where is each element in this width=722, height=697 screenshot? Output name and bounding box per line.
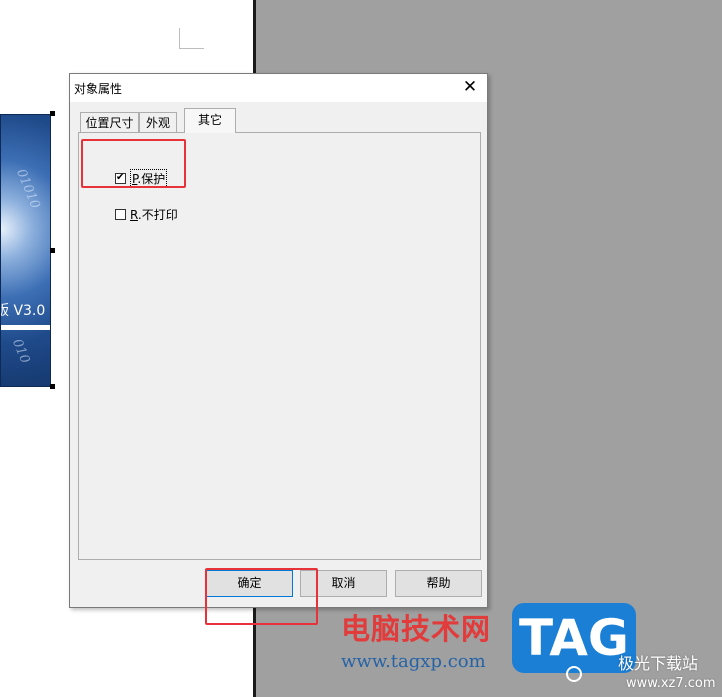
watermark-site2-name: 极光下载站	[618, 654, 699, 673]
annotation-box-protect	[81, 139, 186, 188]
image-white-band	[1, 325, 50, 330]
watermark-badge-icon	[566, 666, 582, 682]
resize-handle-middle-right[interactable]	[50, 248, 55, 253]
watermark-site2-url: www.xz7.com	[626, 676, 716, 691]
dialog-title: 对象属性	[74, 82, 123, 96]
watermark-site-name: 电脑技术网	[341, 612, 492, 646]
tab-other[interactable]: 其它	[184, 108, 236, 133]
margin-corner-mark-h	[179, 48, 204, 49]
no-print-label: R.不打印	[130, 208, 178, 222]
no-print-option[interactable]: R.不打印	[115, 206, 178, 223]
image-version-text: 版 V3.0	[0, 303, 46, 319]
close-icon[interactable]: ✕	[455, 75, 485, 99]
watermark-site-url: www.tagxp.com	[341, 651, 486, 672]
resize-handle-top-right[interactable]	[50, 111, 55, 116]
image-digits-text: 01010	[13, 167, 43, 211]
dialog-titlebar[interactable]: 对象属性 ✕	[70, 74, 487, 102]
selected-image-object[interactable]: 01010 010 版 V3.0	[0, 114, 51, 387]
margin-corner-mark	[179, 28, 180, 48]
tab-position-size[interactable]: 位置尺寸	[80, 112, 139, 132]
resize-handle-bottom-right[interactable]	[50, 384, 55, 389]
image-digits-text-2: 010	[9, 337, 33, 366]
tab-appearance[interactable]: 外观	[139, 112, 177, 132]
annotation-box-ok	[205, 568, 318, 625]
tab-panel-other: P.保护 R.不打印	[78, 132, 481, 560]
no-print-checkbox[interactable]	[115, 209, 126, 220]
help-button[interactable]: 帮助	[395, 570, 482, 597]
